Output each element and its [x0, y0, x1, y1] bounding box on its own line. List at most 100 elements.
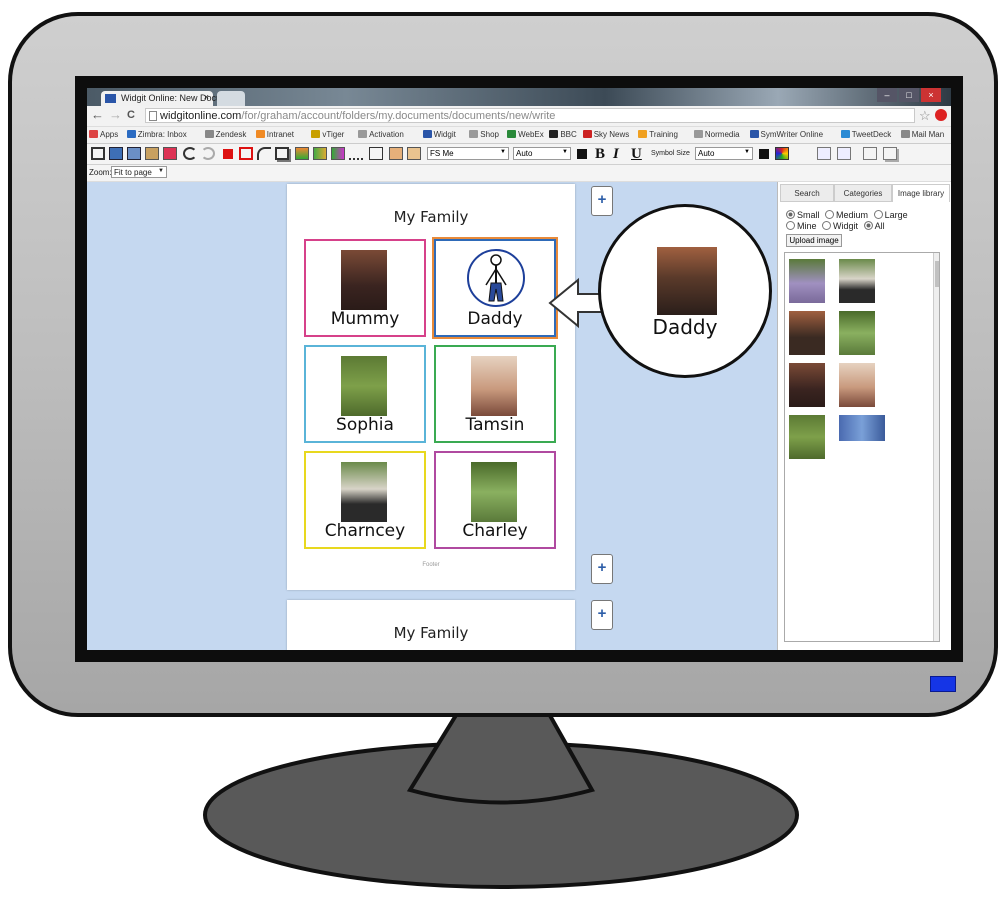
- page-footer[interactable]: Footer: [287, 562, 575, 568]
- card-tamsin[interactable]: Tamsin: [434, 345, 556, 443]
- table-icon[interactable]: [407, 147, 421, 160]
- crop-icon[interactable]: [837, 147, 851, 160]
- bookmark-item[interactable]: Apps: [89, 130, 118, 139]
- new-document-icon[interactable]: [91, 147, 105, 160]
- scroll-thumb[interactable]: [935, 261, 939, 287]
- save-icon[interactable]: [109, 147, 123, 160]
- card-daddy[interactable]: Daddy: [434, 239, 556, 337]
- opera-extension-icon[interactable]: [935, 109, 947, 121]
- page-colour-icon[interactable]: [389, 147, 403, 160]
- library-thumbnail[interactable]: [839, 311, 875, 355]
- library-thumbnail[interactable]: [839, 415, 885, 441]
- window-close-button[interactable]: ×: [921, 88, 941, 102]
- rounded-corner-icon[interactable]: [257, 147, 271, 160]
- radio-mine[interactable]: [786, 221, 795, 230]
- text-colour-icon[interactable]: [577, 149, 587, 159]
- card-charncey[interactable]: Charncey: [304, 451, 426, 549]
- radio-large[interactable]: [873, 210, 883, 219]
- new-tab-button[interactable]: [217, 91, 245, 106]
- open-icon[interactable]: [145, 147, 159, 160]
- symbol-replace-icon[interactable]: [331, 147, 345, 160]
- chevron-down-icon: ▼: [500, 149, 506, 155]
- bookmark-item[interactable]: Widgit: [422, 130, 456, 139]
- add-page-above-button[interactable]: +: [591, 600, 613, 630]
- bookmark-item[interactable]: Activation: [358, 130, 404, 139]
- shadow-icon[interactable]: [275, 147, 289, 160]
- page-title[interactable]: My Family: [287, 208, 575, 226]
- upload-image-button[interactable]: Upload image: [786, 234, 842, 247]
- bookmark-item[interactable]: Zendesk: [204, 130, 246, 139]
- bookmark-item[interactable]: BBC: [549, 130, 577, 139]
- underline-button[interactable]: U: [631, 147, 642, 162]
- save-as-icon[interactable]: [127, 147, 141, 160]
- url-field[interactable]: widgitonline.com/for/graham/account/fold…: [145, 108, 915, 123]
- card-sophia[interactable]: Sophia: [304, 345, 426, 443]
- layout-icon[interactable]: [369, 147, 383, 160]
- symbol-icon[interactable]: [295, 147, 309, 160]
- symbol-size-select[interactable]: Auto ▼: [695, 147, 753, 160]
- copy-page-icon[interactable]: [883, 147, 897, 160]
- image-icon[interactable]: [817, 147, 831, 160]
- bold-button[interactable]: B: [595, 147, 605, 162]
- symbol-text-icon[interactable]: [795, 147, 809, 160]
- panel-scrollbar[interactable]: [933, 253, 939, 641]
- border-colour-icon[interactable]: [239, 147, 253, 160]
- card-charley[interactable]: Charley: [434, 451, 556, 549]
- card-mummy[interactable]: Mummy: [304, 239, 426, 337]
- bookmarks-bar: Apps Zimbra: Inbox Zendesk Intranet vTiger Ac…: [87, 127, 951, 144]
- tab-search[interactable]: Search: [780, 184, 834, 202]
- forward-arrow-icon[interactable]: →: [109, 107, 122, 122]
- italic-button[interactable]: I: [613, 147, 619, 162]
- bookmark-item[interactable]: Normedia: [693, 130, 740, 139]
- redo-icon[interactable]: [201, 147, 215, 160]
- library-thumbnail[interactable]: [789, 259, 825, 303]
- bookmark-item[interactable]: Mail Man: [900, 130, 944, 139]
- url-host: widgitonline.com: [160, 110, 242, 122]
- add-page-above-button[interactable]: +: [591, 186, 613, 216]
- colour-palette-icon[interactable]: [775, 147, 789, 160]
- bookmark-item[interactable]: SymWriter Online: [749, 130, 823, 139]
- radio-medium[interactable]: [825, 210, 835, 219]
- symbol-colour-icon[interactable]: [759, 149, 769, 159]
- bookmark-item[interactable]: WebEx: [507, 130, 544, 139]
- tab-widgit-online[interactable]: Widgit Online: New Docu ×: [101, 91, 221, 106]
- library-thumbnail[interactable]: [839, 259, 875, 303]
- fill-colour-icon[interactable]: [223, 149, 233, 159]
- document-page-2[interactable]: My Family: [287, 600, 575, 650]
- chevron-down-icon: ▼: [562, 149, 568, 155]
- add-page-below-button[interactable]: +: [591, 554, 613, 584]
- symbol-options-icon[interactable]: [313, 147, 327, 160]
- bookmark-item[interactable]: Shop: [469, 130, 499, 139]
- page-title[interactable]: My Family: [287, 624, 575, 642]
- library-thumbnail[interactable]: [789, 363, 825, 407]
- radio-small[interactable]: [786, 210, 795, 219]
- text-only-icon[interactable]: [349, 147, 363, 160]
- bookmark-item[interactable]: TweetDeck: [840, 130, 891, 139]
- tab-categories[interactable]: Categories: [834, 184, 892, 202]
- font-size-select[interactable]: Auto ▼: [513, 147, 571, 160]
- radio-widgit[interactable]: [822, 221, 832, 230]
- back-arrow-icon[interactable]: ←: [91, 107, 104, 122]
- zoom-select[interactable]: Fit to page ▼: [111, 166, 167, 178]
- print-icon[interactable]: [163, 147, 177, 160]
- document-page-1[interactable]: My Family Mummy Daddy Sophia Tamsin Char…: [287, 184, 575, 590]
- tab-close-icon[interactable]: ×: [204, 92, 209, 102]
- bookmark-item[interactable]: Training: [638, 130, 678, 139]
- bookmark-star-icon[interactable]: ☆: [919, 108, 931, 124]
- page-setup-icon[interactable]: [863, 147, 877, 160]
- bookmark-item[interactable]: vTiger: [311, 130, 344, 139]
- zoom-value: Fit to page: [114, 168, 152, 177]
- bookmark-item[interactable]: Zimbra: Inbox: [126, 130, 187, 139]
- maximize-button[interactable]: □: [899, 88, 919, 102]
- minimize-button[interactable]: –: [877, 88, 897, 102]
- tab-image-library[interactable]: Image library: [892, 184, 950, 202]
- library-thumbnail[interactable]: [839, 363, 875, 407]
- reload-icon[interactable]: C: [127, 109, 135, 121]
- bookmark-item[interactable]: Intranet: [255, 130, 294, 139]
- radio-all[interactable]: [863, 221, 873, 230]
- font-select[interactable]: FS Me ▼: [427, 147, 509, 160]
- undo-icon[interactable]: [183, 147, 197, 160]
- bookmark-item[interactable]: Sky News: [582, 130, 629, 139]
- library-thumbnail[interactable]: [789, 415, 825, 459]
- library-thumbnail[interactable]: [789, 311, 825, 355]
